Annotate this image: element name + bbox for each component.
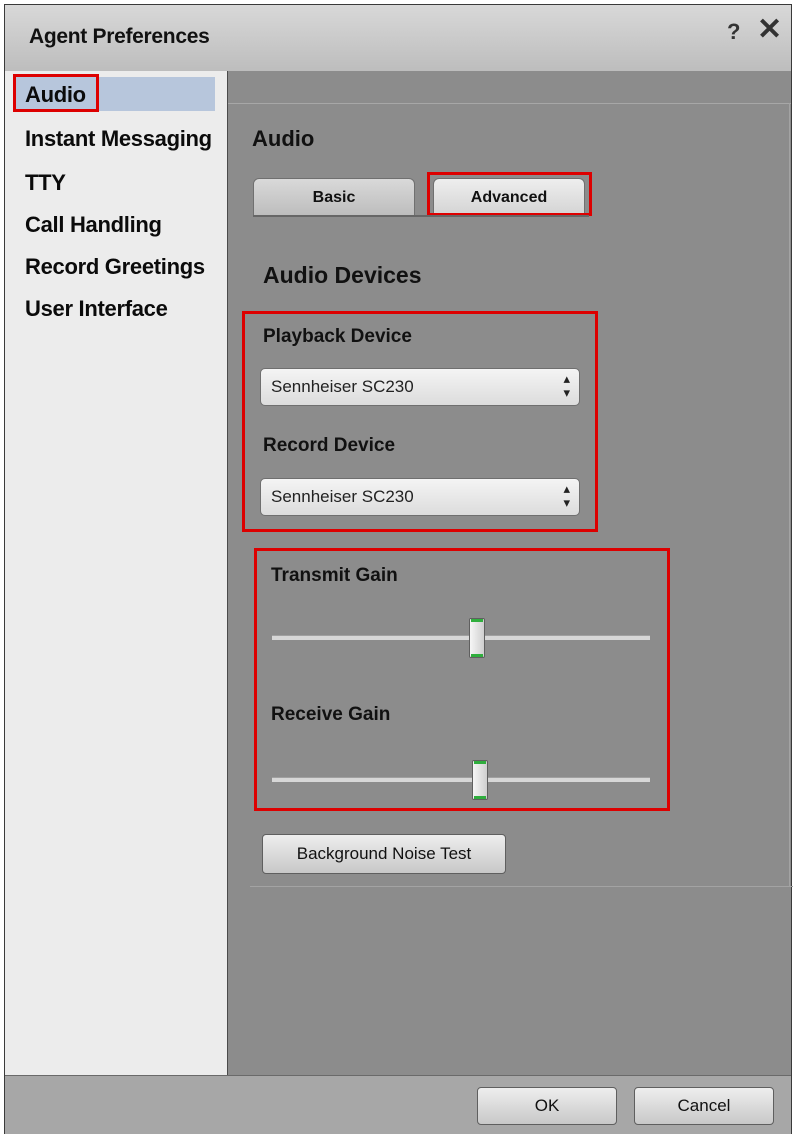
transmit-gain-slider-track[interactable]: [272, 635, 650, 640]
transmit-gain-label: Transmit Gain: [271, 565, 398, 586]
audio-devices-heading: Audio Devices: [263, 262, 422, 288]
content-header-strip: [228, 71, 791, 104]
sidebar-item-record-greetings[interactable]: Record Greetings: [25, 254, 205, 280]
record-device-label: Record Device: [263, 435, 396, 456]
updown-arrows-icon: ▴ ▾: [563, 371, 570, 400]
record-device-value: Sennheiser SC230: [271, 487, 414, 506]
annotation-box-gain: [254, 548, 670, 811]
receive-gain-slider-track[interactable]: [272, 777, 650, 782]
annotation-box-advanced: [427, 172, 592, 216]
record-device-select[interactable]: Sennheiser SC230 ▴ ▾: [260, 478, 580, 516]
tab-basic[interactable]: Basic: [253, 178, 415, 216]
receive-gain-slider-thumb[interactable]: [472, 760, 488, 800]
sidebar-item-tty[interactable]: TTY: [25, 170, 66, 196]
ok-button[interactable]: OK: [477, 1087, 617, 1125]
title-bar: Agent Preferences ? ✕: [5, 5, 791, 72]
thumb-cap-bottom: [471, 654, 483, 657]
window-title: Agent Preferences: [29, 25, 210, 48]
sidebar: Audio Instant Messaging TTY Call Handlin…: [5, 71, 228, 1075]
updown-arrows-icon: ▴ ▾: [563, 481, 570, 510]
transmit-gain-slider-thumb[interactable]: [469, 618, 485, 658]
thumb-cap-top: [474, 761, 486, 764]
playback-device-value: Sennheiser SC230: [271, 377, 414, 396]
sidebar-item-call-handling[interactable]: Call Handling: [25, 212, 162, 238]
tab-baseline: [253, 215, 589, 217]
help-icon[interactable]: ?: [727, 19, 740, 45]
dialog-footer: OK Cancel: [5, 1075, 791, 1134]
background-noise-test-button[interactable]: Background Noise Test: [262, 834, 506, 874]
receive-gain-label: Receive Gain: [271, 704, 391, 725]
agent-preferences-window: Agent Preferences ? ✕ Audio Instant Mess…: [4, 4, 793, 1134]
panel-bottom-border: [250, 886, 793, 887]
section-title: Audio: [252, 126, 315, 151]
panel-right-border: [789, 103, 790, 887]
sidebar-item-user-interface[interactable]: User Interface: [25, 296, 168, 322]
sidebar-item-instant-messaging[interactable]: Instant Messaging: [25, 126, 212, 152]
content-panel: Audio Basic Advanced Audio Devices Playb…: [228, 71, 793, 1075]
playback-device-label: Playback Device: [263, 326, 412, 347]
thumb-cap-top: [471, 619, 483, 622]
sidebar-item-audio[interactable]: Audio: [25, 82, 86, 108]
thumb-cap-bottom: [474, 796, 486, 799]
close-icon[interactable]: ✕: [757, 15, 782, 45]
playback-device-select[interactable]: Sennheiser SC230 ▴ ▾: [260, 368, 580, 406]
cancel-button[interactable]: Cancel: [634, 1087, 774, 1125]
